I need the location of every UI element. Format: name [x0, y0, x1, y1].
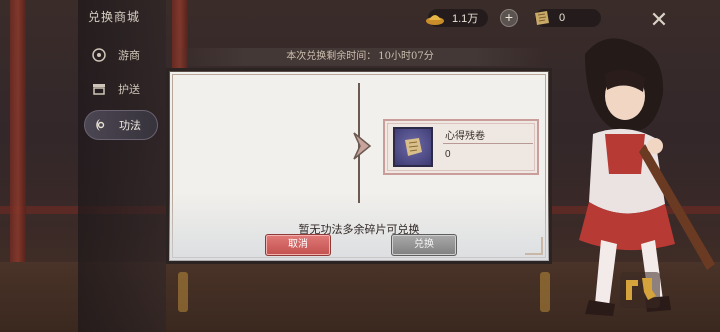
item-count: 0	[445, 149, 451, 160]
background-lamp	[178, 272, 188, 312]
remaining-time-value: 10小时07分	[378, 51, 434, 62]
plus-icon[interactable]: +	[500, 9, 518, 27]
scroll-icon	[531, 8, 553, 28]
merchant-icon	[90, 46, 108, 64]
sidebar-item-skill[interactable]: 功法	[84, 110, 158, 140]
scroll-fragment-icon	[393, 127, 433, 167]
sidebar-item-label: 护送	[118, 83, 140, 96]
cancel-button[interactable]: 取消	[265, 234, 331, 256]
shop-title: 兑换商城	[88, 10, 141, 24]
sidebar-item-escort[interactable]: 护送	[84, 74, 158, 104]
sidebar-item-merchant[interactable]: 游商	[84, 40, 158, 70]
item-name: 心得残卷	[445, 131, 485, 142]
remaining-time-bar: 本次兑换剩余时间： 10小时07分	[175, 48, 545, 66]
shop-sidebar: 兑换商城 游商 护送 功法	[78, 0, 166, 332]
sidebar-item-label: 功法	[119, 119, 141, 132]
convert-button[interactable]	[616, 266, 664, 314]
dialog-corner-decoration	[525, 237, 543, 255]
sidebar-item-label: 游商	[118, 49, 140, 62]
no-fragments-message: 暂无功法多余碎片可兑换	[298, 223, 420, 236]
skill-icon	[91, 116, 109, 134]
convert-button-graphic	[620, 272, 660, 308]
remaining-time-label: 本次兑换剩余时间：	[286, 51, 377, 62]
arrow-right-icon	[353, 132, 372, 160]
close-icon[interactable]: ✕	[648, 9, 670, 32]
item-card[interactable]: 心得残卷 0	[383, 119, 539, 175]
gold-resource: 1.1万	[426, 8, 489, 28]
item-divider	[443, 143, 533, 144]
escort-icon	[90, 80, 108, 98]
exchange-dialog: 心得残卷 0 暂无功法多余碎片可兑换 取消 兑换	[166, 68, 552, 264]
exchange-button[interactable]: 兑换	[391, 234, 457, 256]
gold-ingot-icon	[424, 8, 446, 28]
scroll-resource: 0	[535, 8, 602, 28]
